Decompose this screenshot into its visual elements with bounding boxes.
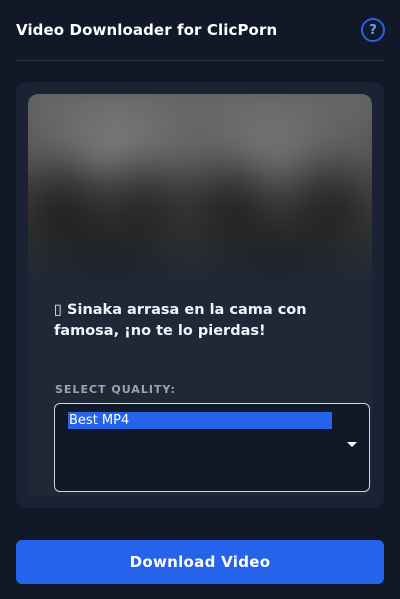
chevron-down-icon[interactable] [347, 442, 357, 447]
video-title: ▯ Sinaka arrasa en la cama con famosa, ¡… [54, 302, 307, 339]
question-mark-icon: ? [369, 22, 377, 38]
video-panel: ▯ Sinaka arrasa en la cama con famosa, ¡… [16, 82, 384, 508]
quality-label: SELECT QUALITY: [55, 383, 176, 396]
thumbnail-fade [28, 224, 372, 284]
quality-option-selected[interactable]: Best MP4 [68, 412, 332, 429]
quality-select[interactable]: Best MP4 [54, 403, 370, 492]
help-button[interactable]: ? [361, 18, 385, 42]
app-title: Video Downloader for ClicPorn [16, 21, 278, 39]
app-header: Video Downloader for ClicPorn ? [16, 0, 385, 61]
video-thumbnail [28, 94, 372, 284]
video-card: ▯ Sinaka arrasa en la cama con famosa, ¡… [28, 94, 372, 496]
download-video-button[interactable]: Download Video [16, 540, 384, 584]
